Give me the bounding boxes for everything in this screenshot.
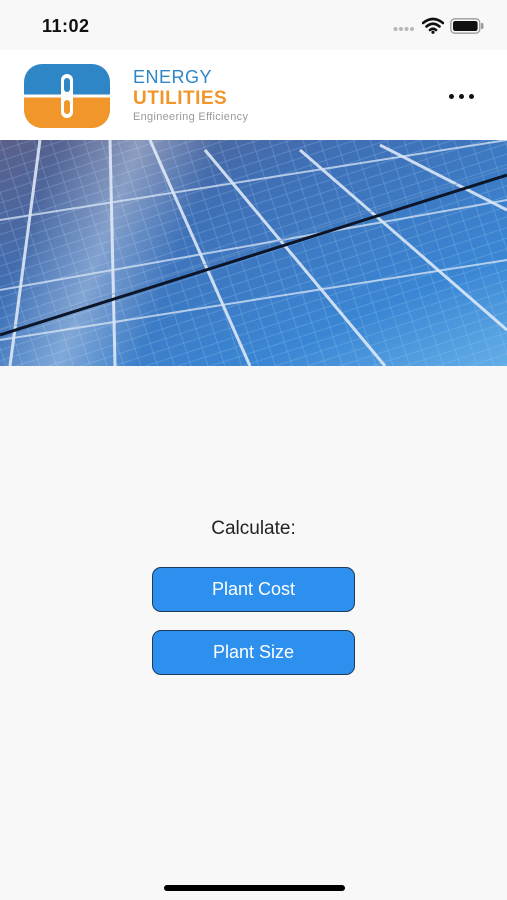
more-horizontal-icon	[449, 94, 454, 99]
home-indicator[interactable]	[164, 885, 345, 891]
plant-cost-button[interactable]: Plant Cost	[152, 567, 355, 612]
app-header: ENERGY UTILITIES Engineering Efficiency	[0, 50, 507, 140]
solar-panel-banner-image	[0, 140, 507, 366]
wifi-icon	[422, 17, 444, 34]
brand-title-utilities: UTILITIES	[133, 88, 228, 109]
status-bar: 11:02	[0, 0, 507, 50]
signal-icon	[393, 27, 414, 31]
energy-utilities-logo-icon	[24, 64, 110, 128]
status-time: 11:02	[42, 16, 90, 36]
brand-tagline: Engineering Efficiency	[133, 111, 249, 123]
more-options-button[interactable]	[447, 84, 477, 108]
battery-icon	[450, 18, 484, 34]
calculate-label: Calculate:	[211, 518, 296, 539]
brand-title-energy: ENERGY	[133, 67, 213, 87]
plant-size-button[interactable]: Plant Size	[152, 630, 355, 675]
